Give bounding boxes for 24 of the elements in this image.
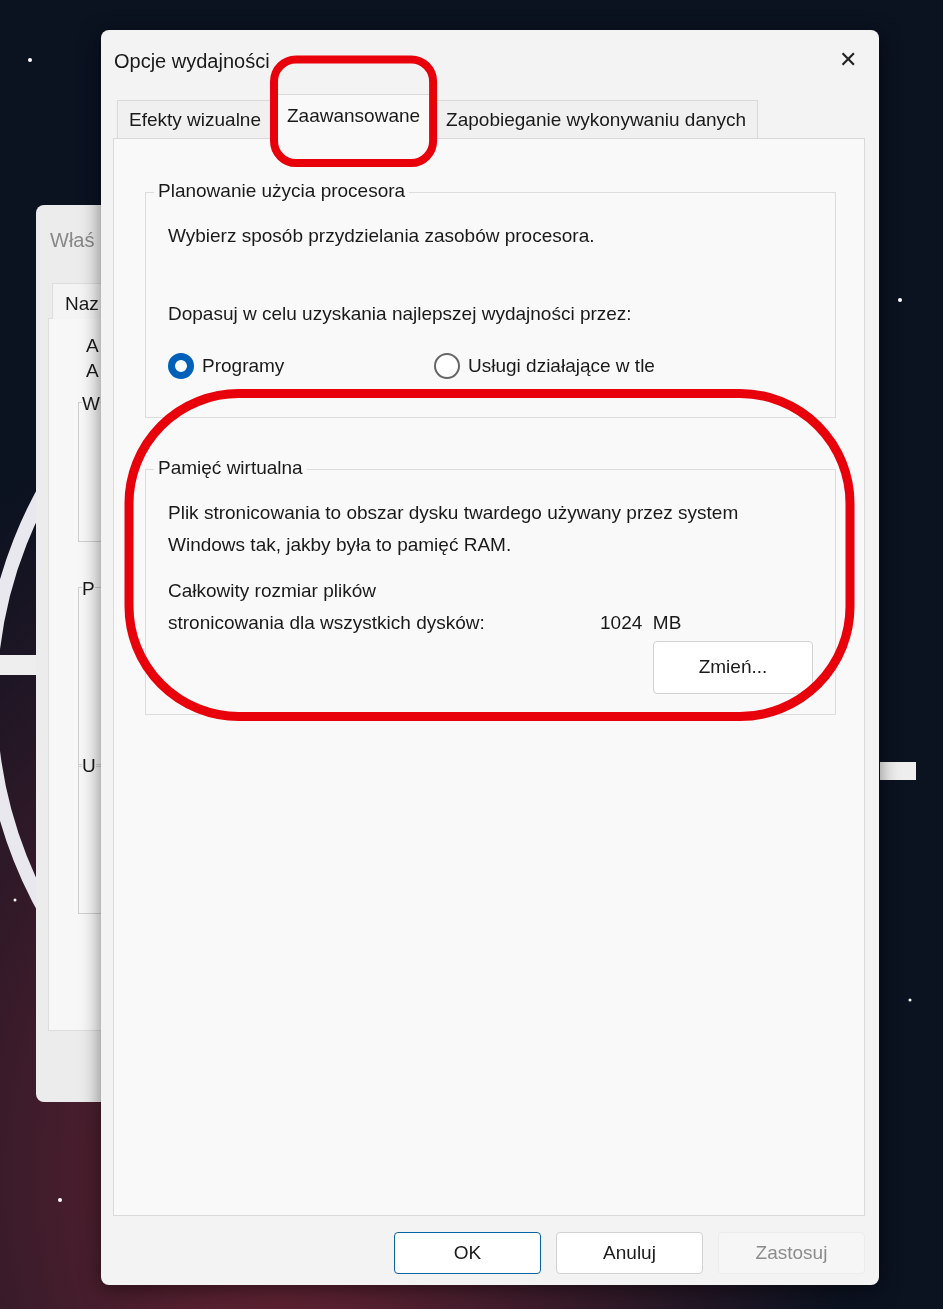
text-label: A — [86, 359, 99, 383]
close-button[interactable]: ✕ — [831, 42, 865, 76]
group-title: Planowanie użycia procesora — [157, 181, 407, 200]
adjust-label: Dopasuj w celu uzyskania najlepszej wydajności przez: — [168, 302, 633, 326]
radio-option[interactable]: Programy — [168, 352, 434, 381]
dialog-button[interactable]: OK — [394, 1232, 541, 1274]
radio-label: Programy — [202, 354, 285, 378]
radio-button[interactable] — [168, 353, 194, 380]
description-text: Plik stronicowania to obszar dysku twardego używany przez system Windows tak, jakby była to pamięć RAM. — [168, 500, 740, 557]
radio-button[interactable] — [434, 353, 460, 380]
size-label: Całkowity rozmiar plików — [168, 578, 377, 603]
tab[interactable]: Efekty wizualne — [117, 99, 273, 138]
window-title: Opcje wydajności — [114, 49, 270, 74]
radio-option[interactable]: Usługi działające w tle — [434, 352, 655, 381]
window-title: Właś — [50, 228, 95, 253]
description-text: Wybierz sposób przydzielania zasobów procesora. — [168, 224, 596, 248]
radio-label: Usługi działające w tle — [468, 354, 655, 378]
dialog-button[interactable]: Anuluj — [556, 1232, 703, 1274]
size-value: 1024 MB — [600, 610, 682, 635]
text-label: A — [86, 334, 99, 358]
change-button[interactable]: Zmień... — [653, 640, 813, 694]
size-label: stronicowania dla wszystkich dysków: — [168, 610, 486, 635]
group-title: Pamięć wirtualna — [157, 457, 304, 477]
tab[interactable]: Zapobieganie wykonywaniu danych — [434, 99, 759, 138]
